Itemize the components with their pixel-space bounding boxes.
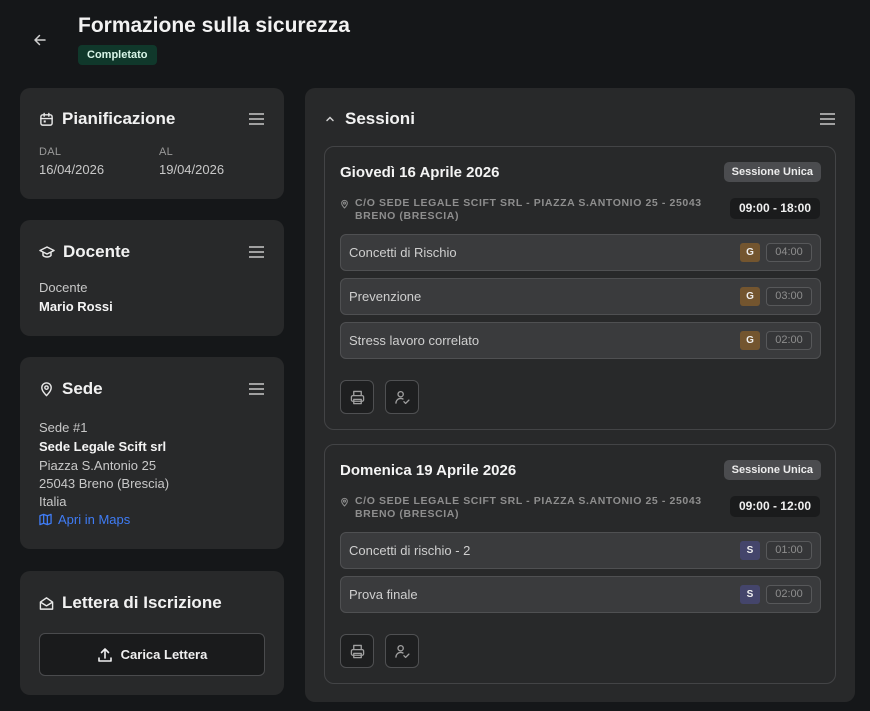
venue-title-label: Sede bbox=[62, 379, 103, 398]
session-time: 09:00 - 18:00 bbox=[729, 198, 820, 219]
session-card: Domenica 19 Aprile 2026 Sessione Unica C… bbox=[324, 444, 836, 684]
graduation-cap-icon bbox=[39, 246, 55, 258]
hamburger-menu-icon bbox=[248, 246, 264, 258]
letter-card: Lettera di Iscrizione Carica Lettera bbox=[20, 571, 284, 695]
teacher-card: Docente Docente Mario Rossi bbox=[20, 220, 284, 336]
planning-title: Pianificazione bbox=[39, 109, 175, 129]
session-time: 09:00 - 12:00 bbox=[729, 496, 820, 517]
sessions-title[interactable]: Sessioni bbox=[325, 109, 415, 129]
module-type-badge: G bbox=[740, 287, 760, 306]
teacher-title: Docente bbox=[39, 242, 130, 262]
hamburger-menu-icon bbox=[248, 383, 264, 395]
module-name: Prevenzione bbox=[349, 289, 422, 304]
venue-street: Piazza S.Antonio 25 bbox=[39, 458, 157, 473]
module-item[interactable]: Concetti di rischio - 2 S 01:00 bbox=[340, 532, 821, 569]
print-button[interactable] bbox=[340, 380, 374, 414]
session-location: C/O SEDE LEGALE SCIFT SRL - PIAZZA S.ANT… bbox=[340, 495, 720, 521]
module-type-badge: S bbox=[740, 585, 760, 604]
session-date: Giovedì 16 Aprile 2026 bbox=[340, 164, 500, 181]
from-date: 16/04/2026 bbox=[39, 162, 105, 177]
map-pin-icon bbox=[41, 382, 52, 397]
module-duration: 03:00 bbox=[766, 287, 812, 306]
printer-icon bbox=[350, 390, 364, 404]
sessions-title-label: Sessioni bbox=[345, 109, 415, 128]
module-duration: 01:00 bbox=[766, 541, 812, 560]
to-date: 19/04/2026 bbox=[159, 162, 225, 177]
session-type-badge: Sessione Unica bbox=[723, 460, 821, 480]
user-check-icon bbox=[394, 390, 410, 404]
module-item[interactable]: Concetti di Rischio G 04:00 bbox=[340, 234, 821, 271]
map-pin-icon bbox=[341, 497, 348, 507]
session-location-text: C/O SEDE LEGALE SCIFT SRL - PIAZZA S.ANT… bbox=[355, 197, 702, 222]
teacher-name: Mario Rossi bbox=[39, 299, 113, 314]
module-type-badge: S bbox=[740, 541, 760, 560]
venue-number: Sede #1 bbox=[39, 420, 88, 435]
module-type-badge: G bbox=[740, 243, 760, 262]
teacher-label: Docente bbox=[39, 280, 88, 295]
envelope-open-icon bbox=[39, 596, 54, 610]
back-button[interactable] bbox=[28, 28, 52, 52]
module-name: Prova finale bbox=[349, 587, 418, 602]
venue-menu-button[interactable] bbox=[246, 379, 266, 399]
to-label: AL bbox=[159, 146, 174, 158]
status-badge: Completato bbox=[78, 45, 157, 65]
letter-title: Lettera di Iscrizione bbox=[39, 593, 222, 613]
module-item[interactable]: Prevenzione G 03:00 bbox=[340, 278, 821, 315]
sessions-menu-button[interactable] bbox=[817, 109, 837, 129]
open-maps-link[interactable]: Apri in Maps bbox=[39, 512, 130, 527]
from-label: DAL bbox=[39, 146, 62, 158]
session-location-text: C/O SEDE LEGALE SCIFT SRL - PIAZZA S.ANT… bbox=[355, 495, 702, 520]
module-name: Concetti di Rischio bbox=[349, 245, 457, 260]
venue-title: Sede bbox=[39, 379, 103, 399]
module-duration: 02:00 bbox=[766, 585, 812, 604]
session-card: Giovedì 16 Aprile 2026 Sessione Unica C/… bbox=[324, 146, 836, 430]
planning-title-label: Pianificazione bbox=[62, 109, 176, 128]
teacher-title-label: Docente bbox=[63, 242, 131, 261]
attendance-button[interactable] bbox=[385, 634, 419, 668]
arrow-left-icon bbox=[34, 34, 46, 46]
session-location: C/O SEDE LEGALE SCIFT SRL - PIAZZA S.ANT… bbox=[340, 197, 720, 223]
venue-card: Sede Sede #1 Sede Legale Scift srl Piazz… bbox=[20, 357, 284, 549]
page-title: Formazione sulla sicurezza bbox=[78, 14, 350, 37]
upload-letter-button[interactable]: Carica Lettera bbox=[39, 633, 265, 676]
hamburger-menu-icon bbox=[819, 113, 835, 125]
session-date: Domenica 19 Aprile 2026 bbox=[340, 462, 517, 479]
map-pin-icon bbox=[341, 199, 348, 209]
module-duration: 02:00 bbox=[766, 331, 812, 350]
upload-letter-label: Carica Lettera bbox=[120, 647, 208, 662]
sessions-card: Sessioni Giovedì 16 Aprile 2026 Sessione… bbox=[305, 88, 855, 702]
upload-icon bbox=[97, 647, 112, 662]
module-item[interactable]: Prova finale S 02:00 bbox=[340, 576, 821, 613]
user-check-icon bbox=[394, 644, 410, 658]
letter-title-label: Lettera di Iscrizione bbox=[62, 593, 222, 612]
attendance-button[interactable] bbox=[385, 380, 419, 414]
venue-city: 25043 Breno (Brescia) bbox=[39, 476, 170, 491]
module-duration: 04:00 bbox=[766, 243, 812, 262]
planning-menu-button[interactable] bbox=[246, 109, 266, 129]
session-type-badge: Sessione Unica bbox=[723, 162, 821, 182]
calendar-icon bbox=[40, 112, 53, 126]
module-type-badge: G bbox=[740, 331, 760, 350]
print-button[interactable] bbox=[340, 634, 374, 668]
planning-card: Pianificazione DAL 16/04/2026 AL 19/04/2… bbox=[20, 88, 284, 199]
venue-name: Sede Legale Scift srl bbox=[39, 439, 167, 454]
module-name: Stress lavoro correlato bbox=[349, 333, 480, 348]
printer-icon bbox=[350, 644, 364, 658]
teacher-menu-button[interactable] bbox=[246, 242, 266, 262]
venue-country: Italia bbox=[39, 494, 67, 509]
chevron-up-icon bbox=[326, 116, 334, 122]
map-icon bbox=[39, 513, 52, 526]
module-name: Concetti di rischio - 2 bbox=[349, 543, 471, 558]
module-item[interactable]: Stress lavoro correlato G 02:00 bbox=[340, 322, 821, 359]
open-maps-label: Apri in Maps bbox=[58, 512, 131, 527]
hamburger-menu-icon bbox=[248, 113, 264, 125]
